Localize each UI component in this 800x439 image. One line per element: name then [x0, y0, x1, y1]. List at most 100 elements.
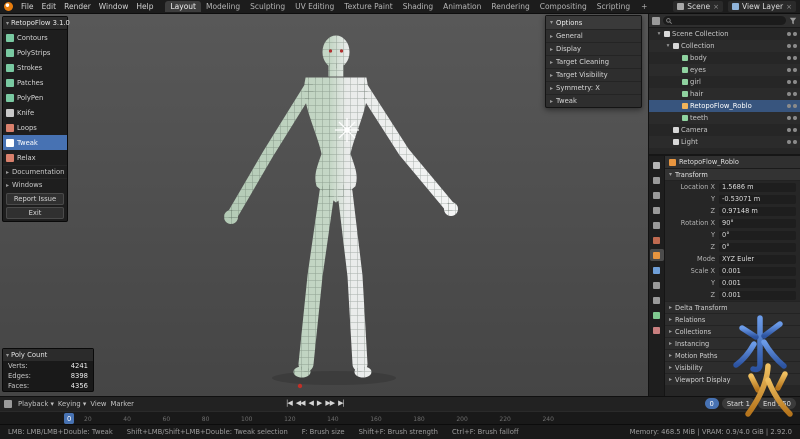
retopoflow-tool[interactable]: Relax	[3, 150, 67, 165]
transport-button[interactable]: ▶|	[338, 399, 344, 407]
render-visibility-icon[interactable]	[793, 68, 797, 72]
timeline-editor-icon[interactable]	[4, 400, 12, 408]
visibility-toggles[interactable]	[787, 140, 797, 144]
render-visibility-icon[interactable]	[793, 80, 797, 84]
workspace-tab[interactable]: Compositing	[535, 1, 592, 12]
expand-caret-icon[interactable]: ▾	[656, 31, 662, 37]
properties-section-header[interactable]: ▸ Delta Transform	[665, 301, 800, 313]
visibility-toggles[interactable]	[787, 56, 797, 60]
hide-icon[interactable]	[787, 92, 791, 96]
retopoflow-tool[interactable]: Strokes	[3, 60, 67, 75]
options-menu-item[interactable]: ▸ Symmetry: X	[546, 81, 641, 94]
render-visibility-icon[interactable]	[793, 128, 797, 132]
menu-item[interactable]: Help	[132, 2, 157, 11]
retopoflow-tool[interactable]: Knife	[3, 105, 67, 120]
hide-icon[interactable]	[787, 56, 791, 60]
render-visibility-icon[interactable]	[793, 116, 797, 120]
options-menu-item[interactable]: ▸ Target Cleaning	[546, 55, 641, 68]
properties-section-header[interactable]: ▸ Visibility	[665, 361, 800, 373]
properties-section-header[interactable]: ▸ Viewport Display	[665, 373, 800, 385]
retopoflow-link[interactable]: ▸ Documentation	[3, 165, 67, 178]
hide-icon[interactable]	[787, 104, 791, 108]
render-visibility-icon[interactable]	[793, 44, 797, 48]
visibility-toggles[interactable]	[787, 68, 797, 72]
outliner-row[interactable]: girl	[649, 76, 800, 88]
transform-section-header[interactable]: ▾ Transform	[665, 169, 800, 181]
options-menu-item[interactable]: ▸ Tweak	[546, 94, 641, 107]
unlink-scene-icon[interactable]: ×	[713, 3, 719, 11]
playhead-frame-badge[interactable]: 0	[64, 413, 74, 424]
properties-section-header[interactable]: ▸ Relations	[665, 313, 800, 325]
render-visibility-icon[interactable]	[793, 140, 797, 144]
outliner-row[interactable]: Camera	[649, 124, 800, 136]
timeline-menu-item[interactable]: View	[88, 400, 108, 408]
transform-value-field[interactable]: 0°	[719, 243, 796, 252]
hide-icon[interactable]	[787, 140, 791, 144]
workspace-tab[interactable]: Scripting	[592, 1, 635, 12]
transport-button[interactable]: ▶▶	[325, 399, 334, 407]
timeline-menu-item[interactable]: Playback ▾	[16, 400, 56, 408]
visibility-toggles[interactable]	[787, 80, 797, 84]
filter-icon[interactable]	[789, 17, 797, 25]
properties-tab[interactable]	[650, 204, 664, 216]
retopoflow-tool[interactable]: Tweak	[3, 135, 67, 150]
properties-tab[interactable]	[650, 309, 664, 321]
outliner-row[interactable]: ▾ Collection	[649, 40, 800, 52]
retopoflow-button[interactable]: Report Issue	[6, 193, 64, 205]
retopoflow-panel-header[interactable]: ▾ RetopoFlow 3.1.0	[3, 17, 67, 30]
hide-icon[interactable]	[787, 128, 791, 132]
menu-item[interactable]: Window	[95, 2, 133, 11]
render-visibility-icon[interactable]	[793, 104, 797, 108]
outliner-row[interactable]: RetopoFlow_Roblo	[649, 100, 800, 112]
workspace-tab[interactable]: Rendering	[486, 1, 534, 12]
menu-item[interactable]: Edit	[38, 2, 61, 11]
visibility-toggles[interactable]	[787, 32, 797, 36]
outliner-editor-icon[interactable]	[652, 17, 660, 25]
transform-value-field[interactable]: 0°	[719, 231, 796, 240]
hide-icon[interactable]	[787, 44, 791, 48]
timeline-track[interactable]: 0 20406080100120140160180200220240	[0, 411, 800, 425]
transport-button[interactable]: |◀	[286, 399, 292, 407]
properties-tab[interactable]	[650, 294, 664, 306]
transform-value-field[interactable]: 0.001	[719, 267, 796, 276]
outliner-row[interactable]: Light	[649, 136, 800, 148]
menu-item[interactable]: Render	[60, 2, 95, 11]
transform-value-field[interactable]: 0.001	[719, 291, 796, 300]
properties-tab[interactable]	[650, 279, 664, 291]
properties-tab[interactable]	[650, 189, 664, 201]
transport-button[interactable]: ◀◀	[296, 399, 305, 407]
workspace-tab[interactable]: Animation	[438, 1, 486, 12]
menu-item[interactable]: File	[17, 2, 38, 11]
blender-logo-icon[interactable]	[4, 2, 13, 11]
properties-tab[interactable]	[650, 324, 664, 336]
retopoflow-tool[interactable]: Loops	[3, 120, 67, 135]
transport-button[interactable]: ◀	[309, 399, 313, 407]
timeline-menu-item[interactable]: Marker	[108, 400, 136, 408]
frame-start-field[interactable]: Start 1	[722, 398, 755, 409]
add-workspace-button[interactable]: +	[637, 1, 651, 12]
hide-icon[interactable]	[787, 68, 791, 72]
transform-value-field[interactable]: XYZ Euler	[719, 255, 796, 264]
outliner-row[interactable]: eyes	[649, 64, 800, 76]
properties-tab[interactable]	[650, 249, 664, 261]
options-menu-item[interactable]: ▸ Display	[546, 42, 641, 55]
poly-count-header[interactable]: ▾ Poly Count	[3, 349, 93, 361]
visibility-toggles[interactable]	[787, 128, 797, 132]
workspace-tab[interactable]: Layout	[165, 1, 201, 12]
transform-value-field[interactable]: 1.5686 m	[719, 183, 796, 192]
retopoflow-tool[interactable]: Patches	[3, 75, 67, 90]
visibility-toggles[interactable]	[787, 104, 797, 108]
transform-value-field[interactable]: 0.97148 m	[719, 207, 796, 216]
properties-section-header[interactable]: ▸ Motion Paths	[665, 349, 800, 361]
properties-tab[interactable]	[650, 219, 664, 231]
outliner-row[interactable]: ▾ Scene Collection	[649, 28, 800, 40]
outliner-row[interactable]: teeth	[649, 112, 800, 124]
scene-selector[interactable]: Scene ×	[673, 1, 723, 12]
visibility-toggles[interactable]	[787, 92, 797, 96]
render-visibility-icon[interactable]	[793, 92, 797, 96]
properties-section-header[interactable]: ▸ Collections	[665, 325, 800, 337]
render-visibility-icon[interactable]	[793, 56, 797, 60]
transform-value-field[interactable]: -0.53071 m	[719, 195, 796, 204]
workspace-tab[interactable]: UV Editing	[290, 1, 339, 12]
retopoflow-link[interactable]: ▸ Windows	[3, 178, 67, 191]
